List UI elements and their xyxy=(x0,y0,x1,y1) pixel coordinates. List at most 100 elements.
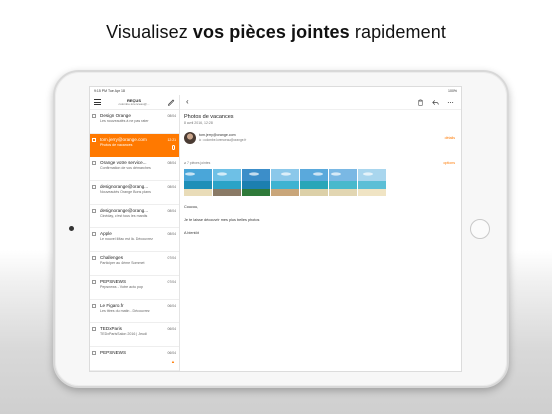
mail-list: Design Orange Les nouveautés à ne pas rat… xyxy=(90,110,179,371)
mail-sender: Design Orange xyxy=(100,113,131,118)
body-greeting: Coucou, xyxy=(184,205,199,209)
island-photo[interactable] xyxy=(242,169,270,196)
mail-checkbox[interactable] xyxy=(92,279,96,284)
mail-date: 07/04 xyxy=(167,256,177,261)
rocks-lagoon-photo[interactable] xyxy=(213,169,241,196)
mail-checkbox[interactable] xyxy=(92,137,96,142)
mail-list-item[interactable]: PEPSNEWS 06/04 ▲ xyxy=(90,347,179,371)
attachment-thumbnails xyxy=(180,169,461,196)
headline-text-end: rapidement xyxy=(349,22,446,42)
mail-checkbox[interactable] xyxy=(92,350,96,355)
tropical-beach-photo[interactable] xyxy=(300,169,328,196)
headline-text-start: Visualisez xyxy=(106,22,193,42)
folder-account: colombe.lorenceau@... xyxy=(118,101,150,106)
trash-icon[interactable] xyxy=(416,98,425,107)
menu-icon[interactable] xyxy=(94,99,101,105)
mail-preview: Photos de vacances xyxy=(100,142,133,147)
mail-checkbox[interactable] xyxy=(92,114,96,118)
mail-checkbox[interactable] xyxy=(92,185,96,190)
message-toolbar: ‹ xyxy=(180,95,461,110)
mail-list-item[interactable]: designorange@orang... Nouveautés Orange B… xyxy=(90,181,179,205)
mail-list-item[interactable]: PEPSNEWS Pepsnews - Votre actu pop 07/04 xyxy=(90,276,179,300)
mail-list-item[interactable]: Challenges Participer au 4ème Sommet 07/04 xyxy=(90,252,179,276)
headline-text-bold: vos pièces jointes xyxy=(192,22,350,42)
back-chevron-icon[interactable]: ‹ xyxy=(186,98,189,106)
mail-checkbox[interactable] xyxy=(92,161,96,166)
compose-icon[interactable] xyxy=(167,98,175,106)
camera-dot xyxy=(69,226,74,231)
mail-sender: Challenges xyxy=(100,255,123,261)
details-link[interactable]: détails xyxy=(445,136,455,140)
mail-list-item[interactable]: tom.jerry@orange.com Photos de vacances 12… xyxy=(90,133,179,158)
mail-sender: tom.jerry@orange.com xyxy=(100,136,147,142)
recipient: à : colombe.lorenceau@orange.fr xyxy=(199,138,247,142)
options-link[interactable]: options xyxy=(443,161,455,165)
mail-preview: Cinéday, c'est tous les mardis xyxy=(100,213,148,218)
attachments-row: ⌀ 7 pièces jointes options xyxy=(180,159,461,168)
mail-list-item[interactable]: Design Orange Les nouveautés à ne pas rat… xyxy=(90,110,179,134)
flag-icon: ▲ xyxy=(171,358,175,364)
mail-sender: PEPSNEWS xyxy=(100,349,127,355)
mail-preview: Pepsnews - Votre actu pop xyxy=(100,284,143,289)
mail-preview: Participer au 4ème Sommet xyxy=(100,261,145,266)
home-button[interactable] xyxy=(470,219,490,239)
mail-list-item[interactable]: TEDxParis TEDxParisSalon 2016 | Jeudi 06/0… xyxy=(90,323,179,347)
mail-checkbox[interactable] xyxy=(92,208,96,213)
body-signoff: A bientôt xyxy=(184,231,199,235)
hammock-photo[interactable] xyxy=(358,169,386,196)
mail-date: 12:21 xyxy=(167,137,177,142)
mail-checkbox[interactable] xyxy=(92,256,96,261)
mail-sender: PEPSNEWS xyxy=(100,278,127,284)
overwater-bungalow-photo[interactable] xyxy=(271,169,299,196)
mail-date: 07/04 xyxy=(167,279,177,284)
mail-list-item[interactable]: designorange@orang... Cinéday, c'est tous… xyxy=(90,205,179,229)
mail-sender: Apple xyxy=(100,231,112,237)
mail-list-item[interactable]: Orange votre service... Confirmation de v… xyxy=(90,157,179,182)
mail-preview: Le nouvel iMac est là. Découvrez xyxy=(100,237,153,242)
mail-preview: Confirmation de vos démarches xyxy=(100,166,151,171)
mail-list-pane: REÇUS colombe.lorenceau@... Design Orang… xyxy=(90,95,180,371)
mail-preview: TEDxParisSalon 2016 | Jeudi xyxy=(100,332,147,337)
avatar xyxy=(184,132,196,144)
mail-date: 08/04 xyxy=(167,208,177,213)
body-text: Je te laisse découvrir mes plus belles p… xyxy=(184,218,260,222)
mail-sender: Le Figaro.fr xyxy=(100,302,124,308)
status-bar: 9:15 PM Tue Apr 18 100% xyxy=(90,87,461,95)
app-screen: 9:15 PM Tue Apr 18 100% REÇUS colombe.lo… xyxy=(89,86,462,372)
more-icon[interactable] xyxy=(446,98,455,107)
reply-icon[interactable] xyxy=(431,98,440,107)
mail-checkbox[interactable] xyxy=(92,232,96,237)
mail-list-item[interactable]: Le Figaro.fr Les titres du matin - Découv… xyxy=(90,300,179,324)
mail-checkbox[interactable] xyxy=(92,303,96,308)
mail-date: 08/04 xyxy=(167,114,177,118)
mail-sender: Orange votre service... xyxy=(100,160,147,166)
mail-preview: Les nouveautés à ne pas rater xyxy=(100,119,149,123)
mail-date: 08/04 xyxy=(167,161,177,166)
mail-sender: designorange@orang... xyxy=(100,184,149,190)
mail-date: 06/04 xyxy=(167,327,177,332)
attachment-icon xyxy=(172,144,175,150)
beach-rocks-photo[interactable] xyxy=(184,169,212,196)
mail-sender: TEDxParis xyxy=(100,326,122,332)
mail-preview: Nouveautés Orange Bons plans xyxy=(100,190,151,195)
status-battery: 100% xyxy=(448,89,457,93)
mail-checkbox[interactable] xyxy=(92,327,96,332)
mail-list-header: REÇUS colombe.lorenceau@... xyxy=(90,95,179,110)
attachments-count: ⌀ 7 pièces jointes xyxy=(184,161,211,165)
mail-date: 06/04 xyxy=(167,303,177,308)
status-time: 9:15 PM Tue Apr 18 xyxy=(94,89,125,93)
message-date: 8 avril 2016, 12:28 xyxy=(184,121,213,125)
folder-selector[interactable]: REÇUS colombe.lorenceau@... xyxy=(105,98,163,106)
promo-headline: Visualisez vos pièces jointes rapidement xyxy=(0,22,552,43)
message-body: Coucou, Je te laisse découvrir mes plus … xyxy=(180,205,461,235)
mail-list-item[interactable]: Apple Le nouvel iMac est là. Découvrez 08/… xyxy=(90,228,179,253)
sender-row: tom.jerry@orange.com à : colombe.lorence… xyxy=(180,131,461,149)
mail-date: 06/04 xyxy=(167,350,177,355)
mail-sender: designorange@orang... xyxy=(100,207,149,213)
ipad-frame: 9:15 PM Tue Apr 18 100% REÇUS colombe.lo… xyxy=(53,70,509,388)
message-subject: Photos de vacances xyxy=(184,114,234,120)
mail-date: 08/04 xyxy=(167,185,177,190)
message-pane: ‹ Photos de vacances 8 avril 2016, 12:28… xyxy=(180,95,461,371)
lagoon-photo[interactable] xyxy=(329,169,357,196)
sender-email[interactable]: tom.jerry@orange.com xyxy=(199,133,236,137)
